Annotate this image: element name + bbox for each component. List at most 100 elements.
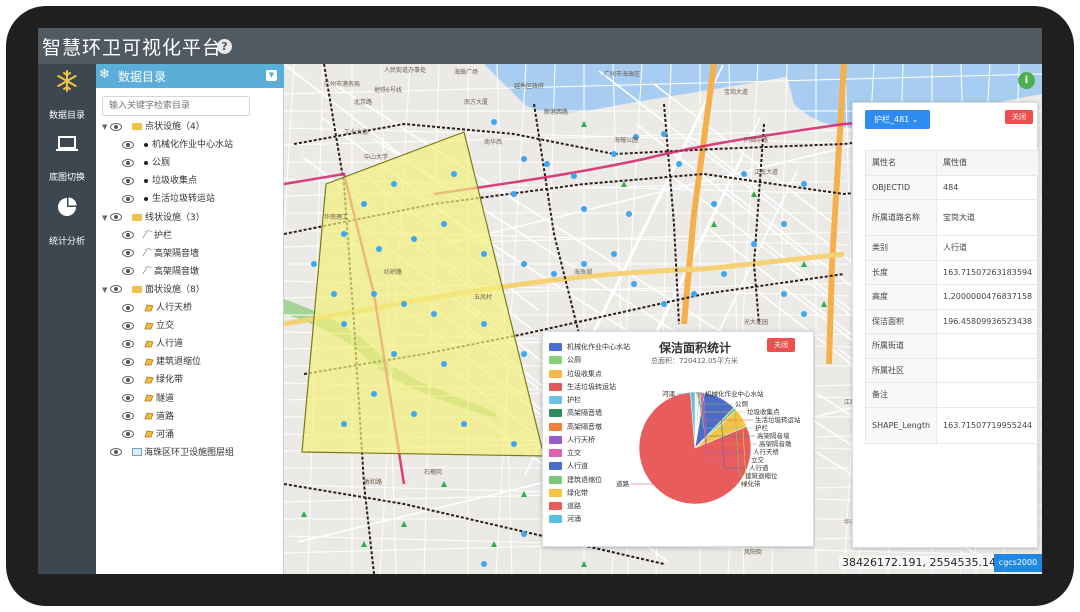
nav-label-statistics: 统计分析 — [48, 237, 85, 247]
sanitation-point — [441, 221, 447, 227]
pie-chart-icon — [58, 197, 77, 216]
sanitation-point — [341, 231, 347, 237]
visibility-eye-icon[interactable] — [122, 412, 134, 421]
attribute-key: 所属社区 — [864, 357, 938, 383]
visibility-eye-icon[interactable] — [110, 285, 122, 294]
help-icon[interactable]: ? — [217, 39, 232, 54]
visibility-eye-icon[interactable] — [122, 194, 134, 203]
tree-item[interactable]: 建筑退缩位 — [122, 354, 201, 370]
map-label: 海珠湖 — [574, 268, 592, 276]
tree-item[interactable]: 人行天桥 — [122, 300, 192, 316]
attribute-row: 高度 1.2000000476837158 — [864, 284, 1040, 310]
sanitation-point — [461, 421, 467, 427]
visibility-eye-icon[interactable] — [122, 303, 134, 312]
tree-item[interactable]: 公厕 — [122, 155, 170, 171]
sanitation-point — [521, 261, 527, 267]
map-label: 南方大厦 — [464, 98, 488, 106]
attribute-value: 宝岗大道 — [936, 199, 1040, 236]
crs-badge[interactable]: cgcs2000 — [994, 554, 1042, 572]
visibility-eye-icon[interactable] — [122, 321, 134, 330]
catalog-search-input[interactable] — [102, 96, 250, 116]
sanitation-point — [391, 181, 397, 187]
attribute-key: 保洁面积 — [864, 308, 938, 334]
expand-icon[interactable]: ▼ — [102, 286, 110, 294]
toilet-marker — [621, 181, 627, 187]
point-layer-icon — [144, 160, 148, 165]
sanitation-point — [751, 241, 757, 247]
pie-label: 机械化作业中心水站 — [705, 389, 764, 398]
point-layer-icon — [144, 196, 148, 201]
attribute-key: OBJECTID — [864, 174, 938, 200]
sanitation-point — [451, 171, 457, 177]
toilet-marker — [521, 491, 527, 497]
map-label: 海幢公园 — [614, 136, 638, 144]
tree-group[interactable]: ▼ 点状设施（4） — [102, 119, 205, 135]
info-icon[interactable]: i — [1018, 72, 1035, 89]
attribute-header-row: 属性名 属性值 — [864, 150, 1040, 176]
attribute-header-cell: 属性名 — [864, 150, 938, 176]
visibility-eye-icon[interactable] — [122, 140, 134, 149]
visibility-eye-icon[interactable] — [122, 339, 134, 348]
pie-chart: 机械化作业中心水站公厕垃圾收集点生活垃圾转运站护栏高架隔音墙高架隔音墩人行天桥立… — [616, 389, 801, 505]
sanitation-point — [691, 291, 697, 297]
sanitation-point — [711, 201, 717, 207]
line-layer-icon: ⁄⁀ — [144, 230, 152, 240]
tree-item[interactable]: 立交 — [122, 318, 174, 334]
tree-item[interactable]: ⁄⁀ 高架隔音墙 — [122, 246, 199, 262]
map-label: 华南理工 — [324, 213, 348, 221]
layer-group-icon — [132, 448, 142, 457]
tree-item[interactable]: 机械化作业中心水站 — [122, 137, 233, 153]
expand-icon[interactable]: ▼ — [102, 123, 110, 131]
snowflake-icon: ❄ — [99, 67, 110, 82]
visibility-eye-icon[interactable] — [122, 375, 134, 384]
visibility-eye-icon[interactable] — [122, 430, 134, 439]
tree-item[interactable]: 人行道 — [122, 336, 183, 352]
tree-item[interactable]: 绿化带 — [122, 372, 183, 388]
tree-item[interactable]: 道路 — [122, 409, 174, 425]
pie-label: 道路 — [616, 479, 630, 488]
tree-group[interactable]: ▼ 线状设施（3） — [102, 210, 205, 226]
tree-item-label: 护栏 — [154, 230, 173, 241]
tree-item[interactable]: 生活垃圾转运站 — [122, 191, 215, 207]
sanitation-point — [676, 161, 682, 167]
visibility-eye-icon[interactable] — [122, 249, 134, 258]
tree-group[interactable]: ▼ 面状设施（8） — [102, 282, 205, 298]
attribute-close-button[interactable]: 关闭 — [1005, 110, 1033, 124]
visibility-eye-icon[interactable] — [110, 213, 122, 221]
map-label: 广州市港务局 — [324, 80, 360, 88]
tree-item-label: 人行天桥 — [156, 303, 193, 313]
visibility-eye-icon[interactable] — [122, 267, 134, 276]
visibility-eye-icon[interactable] — [110, 448, 122, 457]
folder-icon — [132, 285, 142, 293]
visibility-eye-icon[interactable] — [122, 158, 134, 167]
map-label: 宝岗大道 — [724, 88, 748, 96]
point-layer-icon — [144, 178, 148, 183]
data-catalog-panel: ❄ 数据目录 ▼ ▼ 点状设施（4） 机械化作业中心水站公厕垃圾收集点生活垃圾转运站… — [96, 64, 284, 574]
map-view[interactable]: 人民街道办事处 海珠广场 广州市海珠区 广州市港务局 地铁6号线 越秀区政府 北京路 南方大厦… — [284, 64, 1042, 574]
line-layer-icon: ⁄⁀ — [144, 248, 152, 258]
app-screen: 智慧环卫可视化平台 ? 数据目录 底图切换 统计分析 ❄ 数据目录 ▼ 输入关键… — [38, 28, 1042, 574]
tree-item[interactable]: ⁄⁀ 护栏 — [122, 228, 172, 244]
tree-item[interactable]: 垃圾收集点 — [122, 173, 197, 189]
tree-item[interactable]: 河涌 — [122, 427, 174, 443]
tree-item[interactable]: 隧道 — [122, 391, 174, 407]
collapse-icon[interactable]: ▼ — [266, 70, 277, 81]
tree-item[interactable]: ⁄⁀ 高架隔音墩 — [122, 264, 199, 280]
visibility-eye-icon[interactable] — [110, 122, 122, 131]
expand-icon[interactable]: ▼ — [102, 214, 110, 222]
visibility-eye-icon[interactable] — [122, 394, 134, 402]
feature-select[interactable]: 护栏_481 ⌄ — [865, 110, 930, 129]
visibility-eye-icon[interactable] — [122, 357, 134, 366]
visibility-eye-icon[interactable] — [122, 231, 134, 240]
sanitation-point — [371, 291, 377, 297]
attribute-row: 所属道路名称 宝岗大道 — [864, 199, 1040, 236]
attribute-row: 长度 163.71507263183594 — [864, 259, 1040, 285]
sanitation-point — [521, 351, 527, 357]
visibility-eye-icon[interactable] — [122, 176, 134, 185]
nav-basemap-switch[interactable]: 底图切换 — [38, 134, 96, 194]
nav-data-catalog[interactable]: 数据目录 — [38, 70, 96, 130]
sanitation-point — [521, 531, 527, 537]
nav-statistics[interactable]: 统计分析 — [38, 196, 96, 256]
attribute-key: 备注 — [864, 382, 938, 408]
tree-root-group[interactable]: 海珠区环卫设施图层组 — [110, 445, 234, 461]
